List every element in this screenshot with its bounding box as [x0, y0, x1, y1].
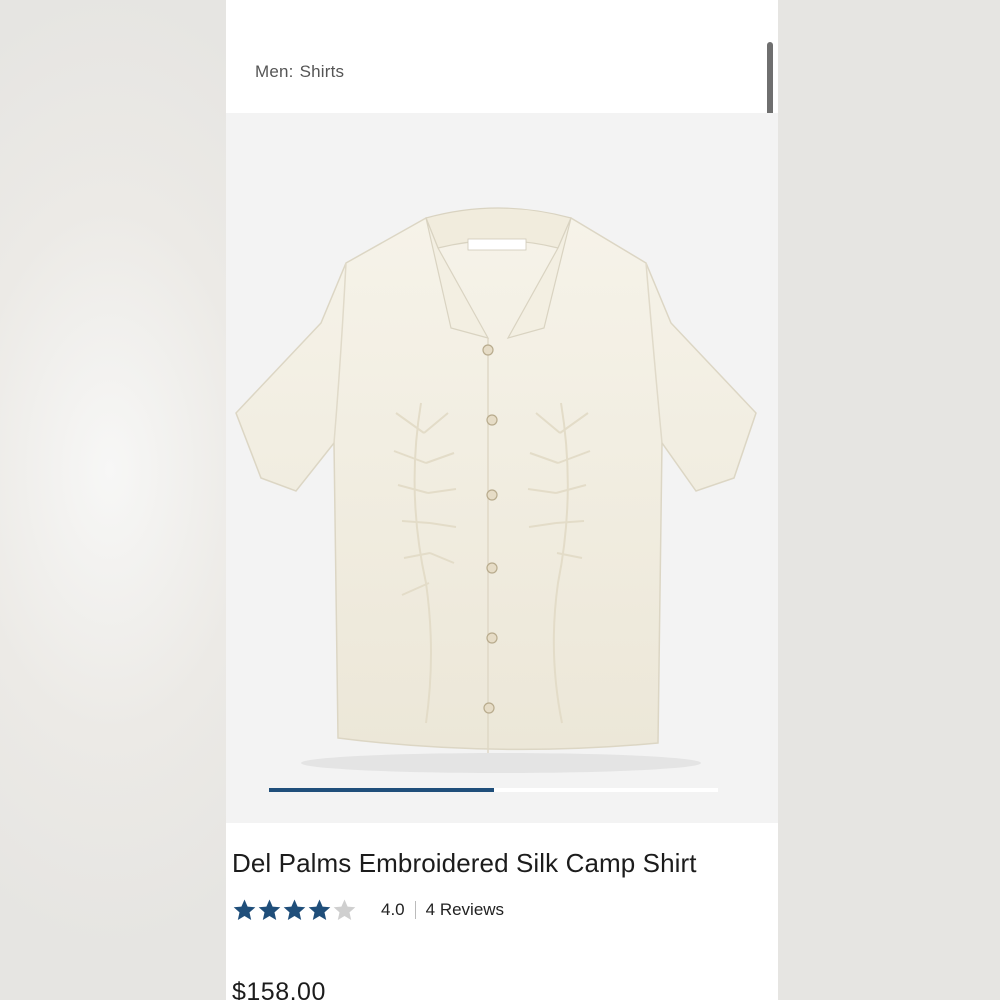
star-icon — [283, 899, 306, 920]
product-price: $158.00 — [232, 978, 326, 1000]
product-title: Del Palms Embroidered Silk Camp Shirt — [232, 848, 697, 878]
reviews-link[interactable]: 4 Reviews — [426, 900, 504, 920]
star-icon — [233, 899, 256, 920]
product-page: Men: Shirts Del Palms Embroidered Silk C… — [226, 0, 778, 1000]
rating-divider — [414, 901, 416, 919]
product-image-gallery[interactable] — [226, 113, 778, 823]
gallery-progress-track — [269, 788, 718, 792]
gallery-progress-fill — [269, 788, 494, 792]
breadcrumb-category[interactable]: Men: — [255, 62, 294, 81]
breadcrumb-subcategory[interactable]: Shirts — [300, 62, 345, 81]
rating-row[interactable]: 4.0 4 Reviews — [232, 896, 504, 924]
star-icon — [258, 899, 281, 920]
star-icon — [333, 899, 356, 920]
shirt-image — [235, 207, 757, 773]
rating-value: 4.0 — [381, 900, 405, 919]
star-rating — [232, 898, 357, 923]
breadcrumb: Men: Shirts — [255, 62, 344, 82]
star-icon — [308, 899, 331, 920]
